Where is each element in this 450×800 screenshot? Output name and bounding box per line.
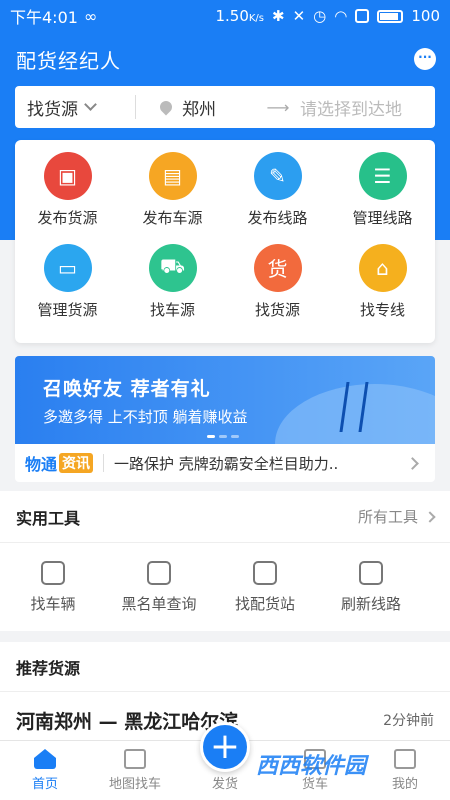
grid-item-label: 发布车源 bbox=[142, 209, 203, 227]
quick-actions-grid: ▣ 发布货源 ▤ 发布车源 ✎ 发布线路 ☰ 管理线路 ▭ 管理货源 ⛟ 找车源 货找货源 ⌂ 找专线 bbox=[15, 140, 435, 343]
bus-icon: ▤ bbox=[148, 152, 197, 200]
news-logo: 物通 资讯 bbox=[25, 451, 94, 475]
tab-map-label: 地图找车 bbox=[108, 777, 161, 792]
message-button[interactable]: ··· bbox=[414, 48, 436, 70]
news-ticker[interactable]: 物通 资讯 一路保护 壳牌劲霸安全栏目助力.. bbox=[15, 444, 435, 482]
wifi-icon: ◠ bbox=[334, 7, 348, 25]
status-bar: 下午4:01 ∞ 1.50K/s ✱ ✕ ◷ ◠ 100 bbox=[0, 0, 450, 32]
watermark-logo: 西西软件园 bbox=[256, 754, 367, 779]
network-speed: 1.50K/s bbox=[215, 7, 265, 25]
grid-item[interactable]: 货找货源 bbox=[225, 243, 330, 336]
grid-item[interactable]: ☰ 管理线路 bbox=[330, 152, 435, 244]
mute-icon: ✕ bbox=[292, 7, 306, 25]
divider bbox=[103, 454, 105, 472]
grid-item[interactable]: ⛟ 找车源 bbox=[120, 243, 225, 336]
refresh-icon bbox=[359, 560, 383, 585]
promo-banner[interactable]: 召唤好友 荐者有礼 多邀多得 上不封顶 躺着赚收益 bbox=[15, 356, 435, 444]
plus-icon: + bbox=[209, 726, 241, 767]
tools-title: 实用工具 bbox=[16, 508, 81, 528]
house-icon bbox=[253, 560, 277, 585]
origin-selector[interactable]: 郑州 bbox=[136, 95, 262, 120]
tool-item[interactable]: 竞 bbox=[424, 561, 450, 614]
goods-title: 推荐货源 bbox=[16, 658, 81, 678]
goods-header: 推荐货源 bbox=[0, 642, 450, 692]
infinity-icon: ∞ bbox=[83, 6, 98, 26]
bus-icon bbox=[41, 560, 65, 585]
tab-mine-label: 我的 bbox=[391, 777, 418, 792]
arrow-right-icon: ⟶ bbox=[266, 97, 290, 117]
box-icon: ▭ bbox=[43, 243, 92, 292]
document-box-icon: ▣ bbox=[43, 152, 92, 200]
user-icon bbox=[394, 749, 416, 769]
pencil-icon: ✎ bbox=[253, 152, 302, 200]
user-block-icon bbox=[147, 560, 171, 585]
news-brand: 物通 bbox=[25, 455, 58, 474]
tool-label: 刷新线路 bbox=[340, 594, 401, 613]
tab-home-label: 首页 bbox=[31, 777, 58, 792]
truck-icon: ⛟ bbox=[148, 243, 197, 292]
tool-item[interactable]: 黑名单查询 bbox=[106, 560, 212, 614]
search-type-label: 找货源 bbox=[27, 99, 78, 120]
goods-time: 2分钟前 bbox=[383, 713, 434, 729]
tool-item[interactable]: 找配货站 bbox=[212, 560, 318, 614]
page-title: 配货经纪人 bbox=[16, 48, 121, 73]
news-brand-badge: 资讯 bbox=[59, 453, 94, 473]
grid-item[interactable]: ⌂ 找专线 bbox=[330, 243, 435, 336]
chevron-right-icon bbox=[406, 456, 419, 470]
screen-icon bbox=[355, 9, 370, 23]
grid-item[interactable]: ▭ 管理货源 bbox=[15, 243, 120, 336]
tools-row: 找车辆 黑名单查询 找配货站 刷新线路 竞 bbox=[0, 543, 450, 631]
grid-item[interactable]: ✎ 发布线路 bbox=[225, 152, 330, 244]
grid-item[interactable]: ▤ 发布车源 bbox=[120, 152, 225, 244]
tool-label: 找配货站 bbox=[234, 594, 295, 613]
tool-item[interactable]: 刷新线路 bbox=[318, 560, 424, 614]
tool-item[interactable]: 找车辆 bbox=[0, 560, 106, 614]
chevron-right-icon bbox=[424, 510, 436, 523]
grid-item-label: 找专线 bbox=[359, 300, 405, 319]
banner-subtitle: 多邀多得 上不封顶 躺着赚收益 bbox=[43, 408, 248, 426]
goods-search-icon: 货 bbox=[253, 243, 302, 292]
tab-home[interactable]: 首页 bbox=[0, 741, 90, 800]
status-time: 下午4:01 bbox=[10, 8, 78, 27]
grid-item[interactable]: ▣ 发布货源 bbox=[15, 152, 120, 244]
banner-title: 召唤好友 荐者有礼 bbox=[43, 378, 211, 400]
tools-section: 实用工具 所有工具 找车辆 黑名单查询 找配货站 刷新线路 竞 bbox=[0, 491, 450, 631]
home-arrow-icon: ⌂ bbox=[358, 243, 407, 292]
tab-publish-label: 发货 bbox=[211, 777, 238, 792]
tab-map[interactable]: 地图找车 bbox=[90, 741, 180, 800]
grid-item-label: 发布线路 bbox=[247, 209, 308, 227]
tool-label: 黑名单查询 bbox=[121, 594, 197, 613]
chat-bubble-icon: ··· bbox=[418, 49, 432, 64]
destination-selector[interactable]: 请选择到达地 bbox=[294, 95, 402, 120]
grid-item-label: 找车源 bbox=[149, 300, 195, 319]
battery-level: 100 bbox=[411, 7, 440, 25]
publish-plus-button[interactable]: + bbox=[200, 722, 250, 772]
alarm-icon: ◷ bbox=[313, 7, 327, 25]
grid-item-label: 找货源 bbox=[254, 300, 300, 319]
grid-item-label: 管理货源 bbox=[37, 300, 98, 319]
chevron-down-icon bbox=[84, 97, 97, 111]
tool-label: 找车辆 bbox=[30, 594, 76, 613]
list-icon: ☰ bbox=[358, 152, 407, 200]
truck-map-icon bbox=[124, 749, 146, 769]
app-header: 配货经纪人 ··· bbox=[16, 44, 436, 74]
search-type-dropdown[interactable]: 找货源 bbox=[15, 95, 135, 120]
home-icon bbox=[34, 749, 56, 769]
search-bar: 找货源 郑州 ⟶ 请选择到达地 bbox=[15, 86, 435, 128]
goods-route: 河南郑州 — 黑龙江哈尔滨 bbox=[16, 710, 239, 733]
grid-item-label: 管理线路 bbox=[352, 209, 413, 227]
all-tools-link[interactable]: 所有工具 bbox=[358, 506, 436, 527]
battery-icon bbox=[377, 9, 404, 23]
tab-mine[interactable]: 我的 bbox=[360, 741, 450, 800]
origin-city: 郑州 bbox=[182, 99, 216, 120]
news-headline: 一路保护 壳牌劲霸安全栏目助力.. bbox=[114, 454, 339, 473]
tools-header: 实用工具 所有工具 bbox=[0, 491, 450, 543]
banner-pagination bbox=[207, 435, 239, 438]
grid-item-label: 发布货源 bbox=[37, 209, 98, 227]
location-pin-icon bbox=[157, 98, 175, 116]
bluetooth-icon: ✱ bbox=[272, 7, 285, 25]
